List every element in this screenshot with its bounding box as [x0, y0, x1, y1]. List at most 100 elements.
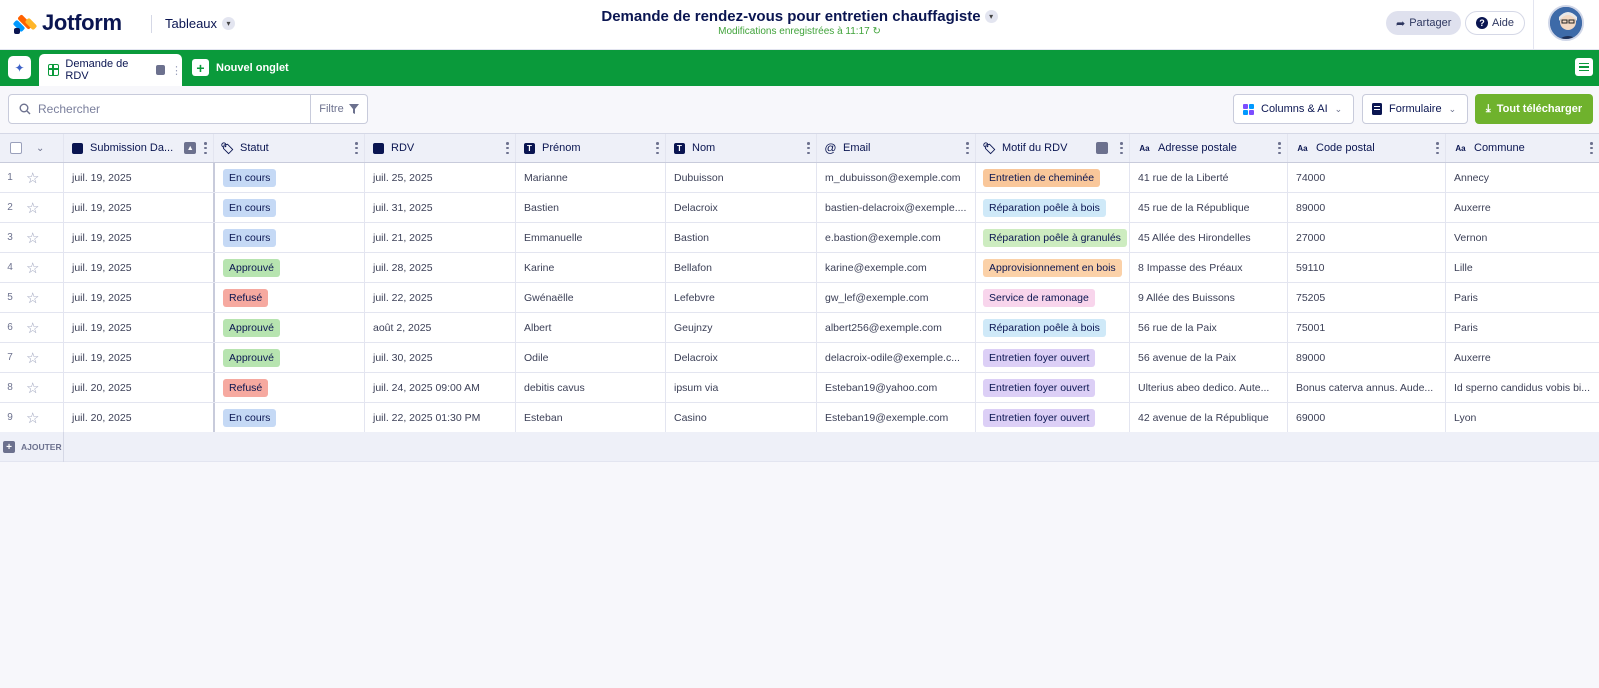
cell-submission[interactable]: juil. 19, 2025: [64, 343, 214, 372]
star-icon[interactable]: ☆: [26, 379, 39, 397]
cell-prenom[interactable]: Esteban: [516, 403, 666, 432]
column-header-motif[interactable]: 🏷 Motif du RDV: [976, 134, 1130, 162]
cell-nom[interactable]: Dubuisson: [666, 163, 817, 192]
cell-submission[interactable]: juil. 20, 2025: [64, 403, 214, 432]
cell-email[interactable]: Esteban19@exemple.com: [817, 403, 976, 432]
column-menu-icon[interactable]: [506, 142, 509, 154]
cell-nom[interactable]: ipsum via: [666, 373, 817, 402]
add-row-button[interactable]: + AJOUTER: [3, 441, 62, 453]
cell-motif[interactable]: Réparation poêle à bois: [976, 193, 1130, 222]
column-header-statut[interactable]: 🏷 Statut: [214, 134, 365, 162]
table-row[interactable]: 2 ☆ juil. 19, 2025 En cours juil. 31, 20…: [0, 193, 1599, 223]
column-header-rdv[interactable]: RDV: [365, 134, 516, 162]
star-icon[interactable]: ☆: [26, 289, 39, 307]
cell-adresse[interactable]: Ulterius abeo dedico. Aute...: [1130, 373, 1288, 402]
cell-code-postal[interactable]: 59110: [1288, 253, 1446, 282]
cell-commune[interactable]: Auxerre: [1446, 193, 1599, 222]
cell-rdv[interactable]: juil. 25, 2025: [365, 163, 516, 192]
cell-submission[interactable]: juil. 19, 2025: [64, 313, 214, 342]
cell-motif[interactable]: Entretien foyer ouvert: [976, 403, 1130, 432]
cell-adresse[interactable]: 41 rue de la Liberté: [1130, 163, 1288, 192]
cell-adresse[interactable]: 45 Allée des Hirondelles: [1130, 223, 1288, 252]
cell-rdv[interactable]: juil. 21, 2025: [365, 223, 516, 252]
cell-rdv[interactable]: août 2, 2025: [365, 313, 516, 342]
cell-commune[interactable]: Vernon: [1446, 223, 1599, 252]
cell-nom[interactable]: Bellafon: [666, 253, 817, 282]
cell-motif[interactable]: Réparation poêle à bois: [976, 313, 1130, 342]
column-menu-icon[interactable]: [1590, 142, 1593, 154]
cell-commune[interactable]: Lille: [1446, 253, 1599, 282]
cell-nom[interactable]: Bastion: [666, 223, 817, 252]
cell-commune[interactable]: Paris: [1446, 313, 1599, 342]
column-header-code-postal[interactable]: Aa Code postal: [1288, 134, 1446, 162]
column-menu-icon[interactable]: [1278, 142, 1281, 154]
cell-email[interactable]: bastien-delacroix@exemple....: [817, 193, 976, 222]
cell-statut[interactable]: Approuvé: [215, 253, 365, 282]
cell-rdv[interactable]: juil. 24, 2025 09:00 AM: [365, 373, 516, 402]
share-button[interactable]: ➦ Partager: [1386, 11, 1462, 35]
cell-submission[interactable]: juil. 19, 2025: [64, 163, 214, 192]
cell-prenom[interactable]: Emmanuelle: [516, 223, 666, 252]
cell-statut[interactable]: Refusé: [215, 283, 365, 312]
menu-icon[interactable]: [1575, 58, 1593, 76]
cell-submission[interactable]: juil. 19, 2025: [64, 283, 214, 312]
cell-email[interactable]: karine@exemple.com: [817, 253, 976, 282]
cell-adresse[interactable]: 42 avenue de la République: [1130, 403, 1288, 432]
cell-commune[interactable]: Auxerre: [1446, 343, 1599, 372]
cell-adresse[interactable]: 56 rue de la Paix: [1130, 313, 1288, 342]
form-button[interactable]: Formulaire ⌄: [1362, 94, 1468, 124]
cell-code-postal[interactable]: 89000: [1288, 193, 1446, 222]
cell-statut[interactable]: Approuvé: [215, 313, 365, 342]
cell-email[interactable]: delacroix-odile@exemple.c...: [817, 343, 976, 372]
new-tab-button[interactable]: + Nouvel onglet: [192, 59, 289, 76]
cell-commune[interactable]: Id sperno candidus vobis bi...: [1446, 373, 1599, 402]
cell-nom[interactable]: Delacroix: [666, 193, 817, 222]
column-menu-icon[interactable]: [1120, 142, 1123, 154]
cell-commune[interactable]: Annecy: [1446, 163, 1599, 192]
column-header-commune[interactable]: Aa Commune: [1446, 134, 1599, 162]
cell-rdv[interactable]: juil. 30, 2025: [365, 343, 516, 372]
cell-email[interactable]: e.bastion@exemple.com: [817, 223, 976, 252]
table-row[interactable]: 6 ☆ juil. 19, 2025 Approuvé août 2, 2025…: [0, 313, 1599, 343]
cell-code-postal[interactable]: 75205: [1288, 283, 1446, 312]
table-row[interactable]: 7 ☆ juil. 19, 2025 Approuvé juil. 30, 20…: [0, 343, 1599, 373]
column-menu-icon[interactable]: [966, 142, 969, 154]
star-icon[interactable]: ☆: [26, 319, 39, 337]
search-input[interactable]: [38, 102, 288, 116]
table-row[interactable]: 1 ☆ juil. 19, 2025 En cours juil. 25, 20…: [0, 163, 1599, 193]
cell-commune[interactable]: Lyon: [1446, 403, 1599, 432]
cell-submission[interactable]: juil. 20, 2025: [64, 373, 214, 402]
cell-prenom[interactable]: Odile: [516, 343, 666, 372]
chevron-down-icon[interactable]: ⌄: [36, 143, 44, 154]
cell-email[interactable]: Esteban19@yahoo.com: [817, 373, 976, 402]
star-icon[interactable]: ☆: [26, 169, 39, 187]
cell-prenom[interactable]: Albert: [516, 313, 666, 342]
tab-more-icon[interactable]: ⋮: [171, 64, 182, 77]
help-button[interactable]: ? Aide: [1465, 11, 1526, 35]
cell-nom[interactable]: Delacroix: [666, 343, 817, 372]
table-row[interactable]: 5 ☆ juil. 19, 2025 Refusé juil. 22, 2025…: [0, 283, 1599, 313]
form-title[interactable]: Demande de rendez-vous pour entretien ch…: [0, 8, 1599, 25]
avatar[interactable]: [1548, 5, 1584, 41]
cell-commune[interactable]: Paris: [1446, 283, 1599, 312]
cell-adresse[interactable]: 8 Impasse des Préaux: [1130, 253, 1288, 282]
table-row[interactable]: 9 ☆ juil. 20, 2025 En cours juil. 22, 20…: [0, 403, 1599, 433]
column-header-submission[interactable]: Submission Da... ▲: [64, 134, 214, 162]
cell-code-postal[interactable]: Bonus caterva annus. Aude...: [1288, 373, 1446, 402]
ai-assistant-button[interactable]: ✦: [8, 56, 31, 79]
star-icon[interactable]: ☆: [26, 259, 39, 277]
cell-motif[interactable]: Entretien foyer ouvert: [976, 343, 1130, 372]
column-menu-icon[interactable]: [355, 142, 358, 154]
cell-adresse[interactable]: 56 avenue de la Paix: [1130, 343, 1288, 372]
table-row[interactable]: 3 ☆ juil. 19, 2025 En cours juil. 21, 20…: [0, 223, 1599, 253]
cell-email[interactable]: gw_lef@exemple.com: [817, 283, 976, 312]
cell-prenom[interactable]: Marianne: [516, 163, 666, 192]
cell-nom[interactable]: Casino: [666, 403, 817, 432]
select-all-checkbox[interactable]: [10, 142, 22, 154]
cell-motif[interactable]: Entretien de cheminée: [976, 163, 1130, 192]
cell-statut[interactable]: En cours: [215, 223, 365, 252]
cell-motif[interactable]: Réparation poêle à granulés: [976, 223, 1130, 252]
tab-demande-de-rdv[interactable]: Demande de RDV ⋮: [39, 54, 182, 86]
cell-adresse[interactable]: 45 rue de la République: [1130, 193, 1288, 222]
cell-rdv[interactable]: juil. 22, 2025: [365, 283, 516, 312]
